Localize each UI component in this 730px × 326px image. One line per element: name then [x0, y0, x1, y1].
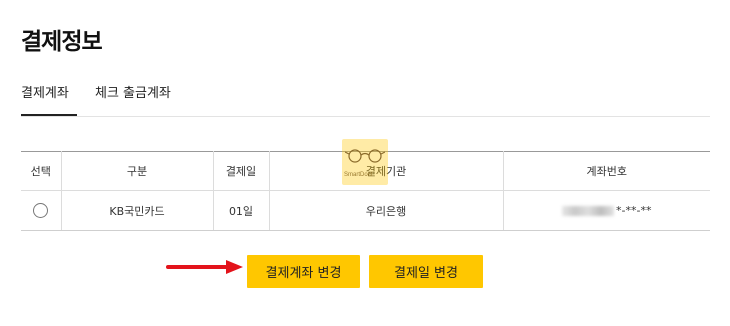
cell-institution: 우리은행: [268, 190, 504, 231]
select-radio[interactable]: [33, 203, 49, 218]
cell-type: KB국민카드: [60, 190, 214, 231]
change-payment-date-button[interactable]: 결제일 변경: [369, 255, 483, 288]
tab-bar: 결제계좌 체크 출금계좌: [21, 82, 710, 117]
cell-pay-day: 01일: [212, 190, 270, 231]
header-pay-day: 결제일: [212, 151, 270, 191]
tab-payment-account[interactable]: 결제계좌: [21, 82, 77, 116]
page-title: 결제정보: [21, 29, 103, 55]
payment-info-table: 선택 구분 결제일 결제기관 계좌번호 KB국민카드 01일 우리은행 *-**…: [21, 151, 710, 231]
arrow-right-icon: [166, 260, 243, 274]
header-institution: 결제기관: [268, 151, 504, 191]
table-header-row: 선택 구분 결제일 결제기관 계좌번호: [21, 151, 710, 191]
table-row: KB국민카드 01일 우리은행 *-**-**: [21, 190, 710, 231]
tab-check-withdrawal-account[interactable]: 체크 출금계좌: [95, 82, 171, 114]
masked-account-blur: [562, 206, 615, 216]
header-type: 구분: [60, 151, 214, 191]
cell-select: [21, 190, 62, 231]
header-select: 선택: [21, 151, 62, 191]
change-payment-account-button[interactable]: 결제계좌 변경: [247, 255, 360, 288]
cell-account-number: *-**-**: [502, 190, 710, 231]
account-suffix: *-**-**: [616, 204, 652, 217]
header-account-number: 계좌번호: [502, 151, 710, 191]
